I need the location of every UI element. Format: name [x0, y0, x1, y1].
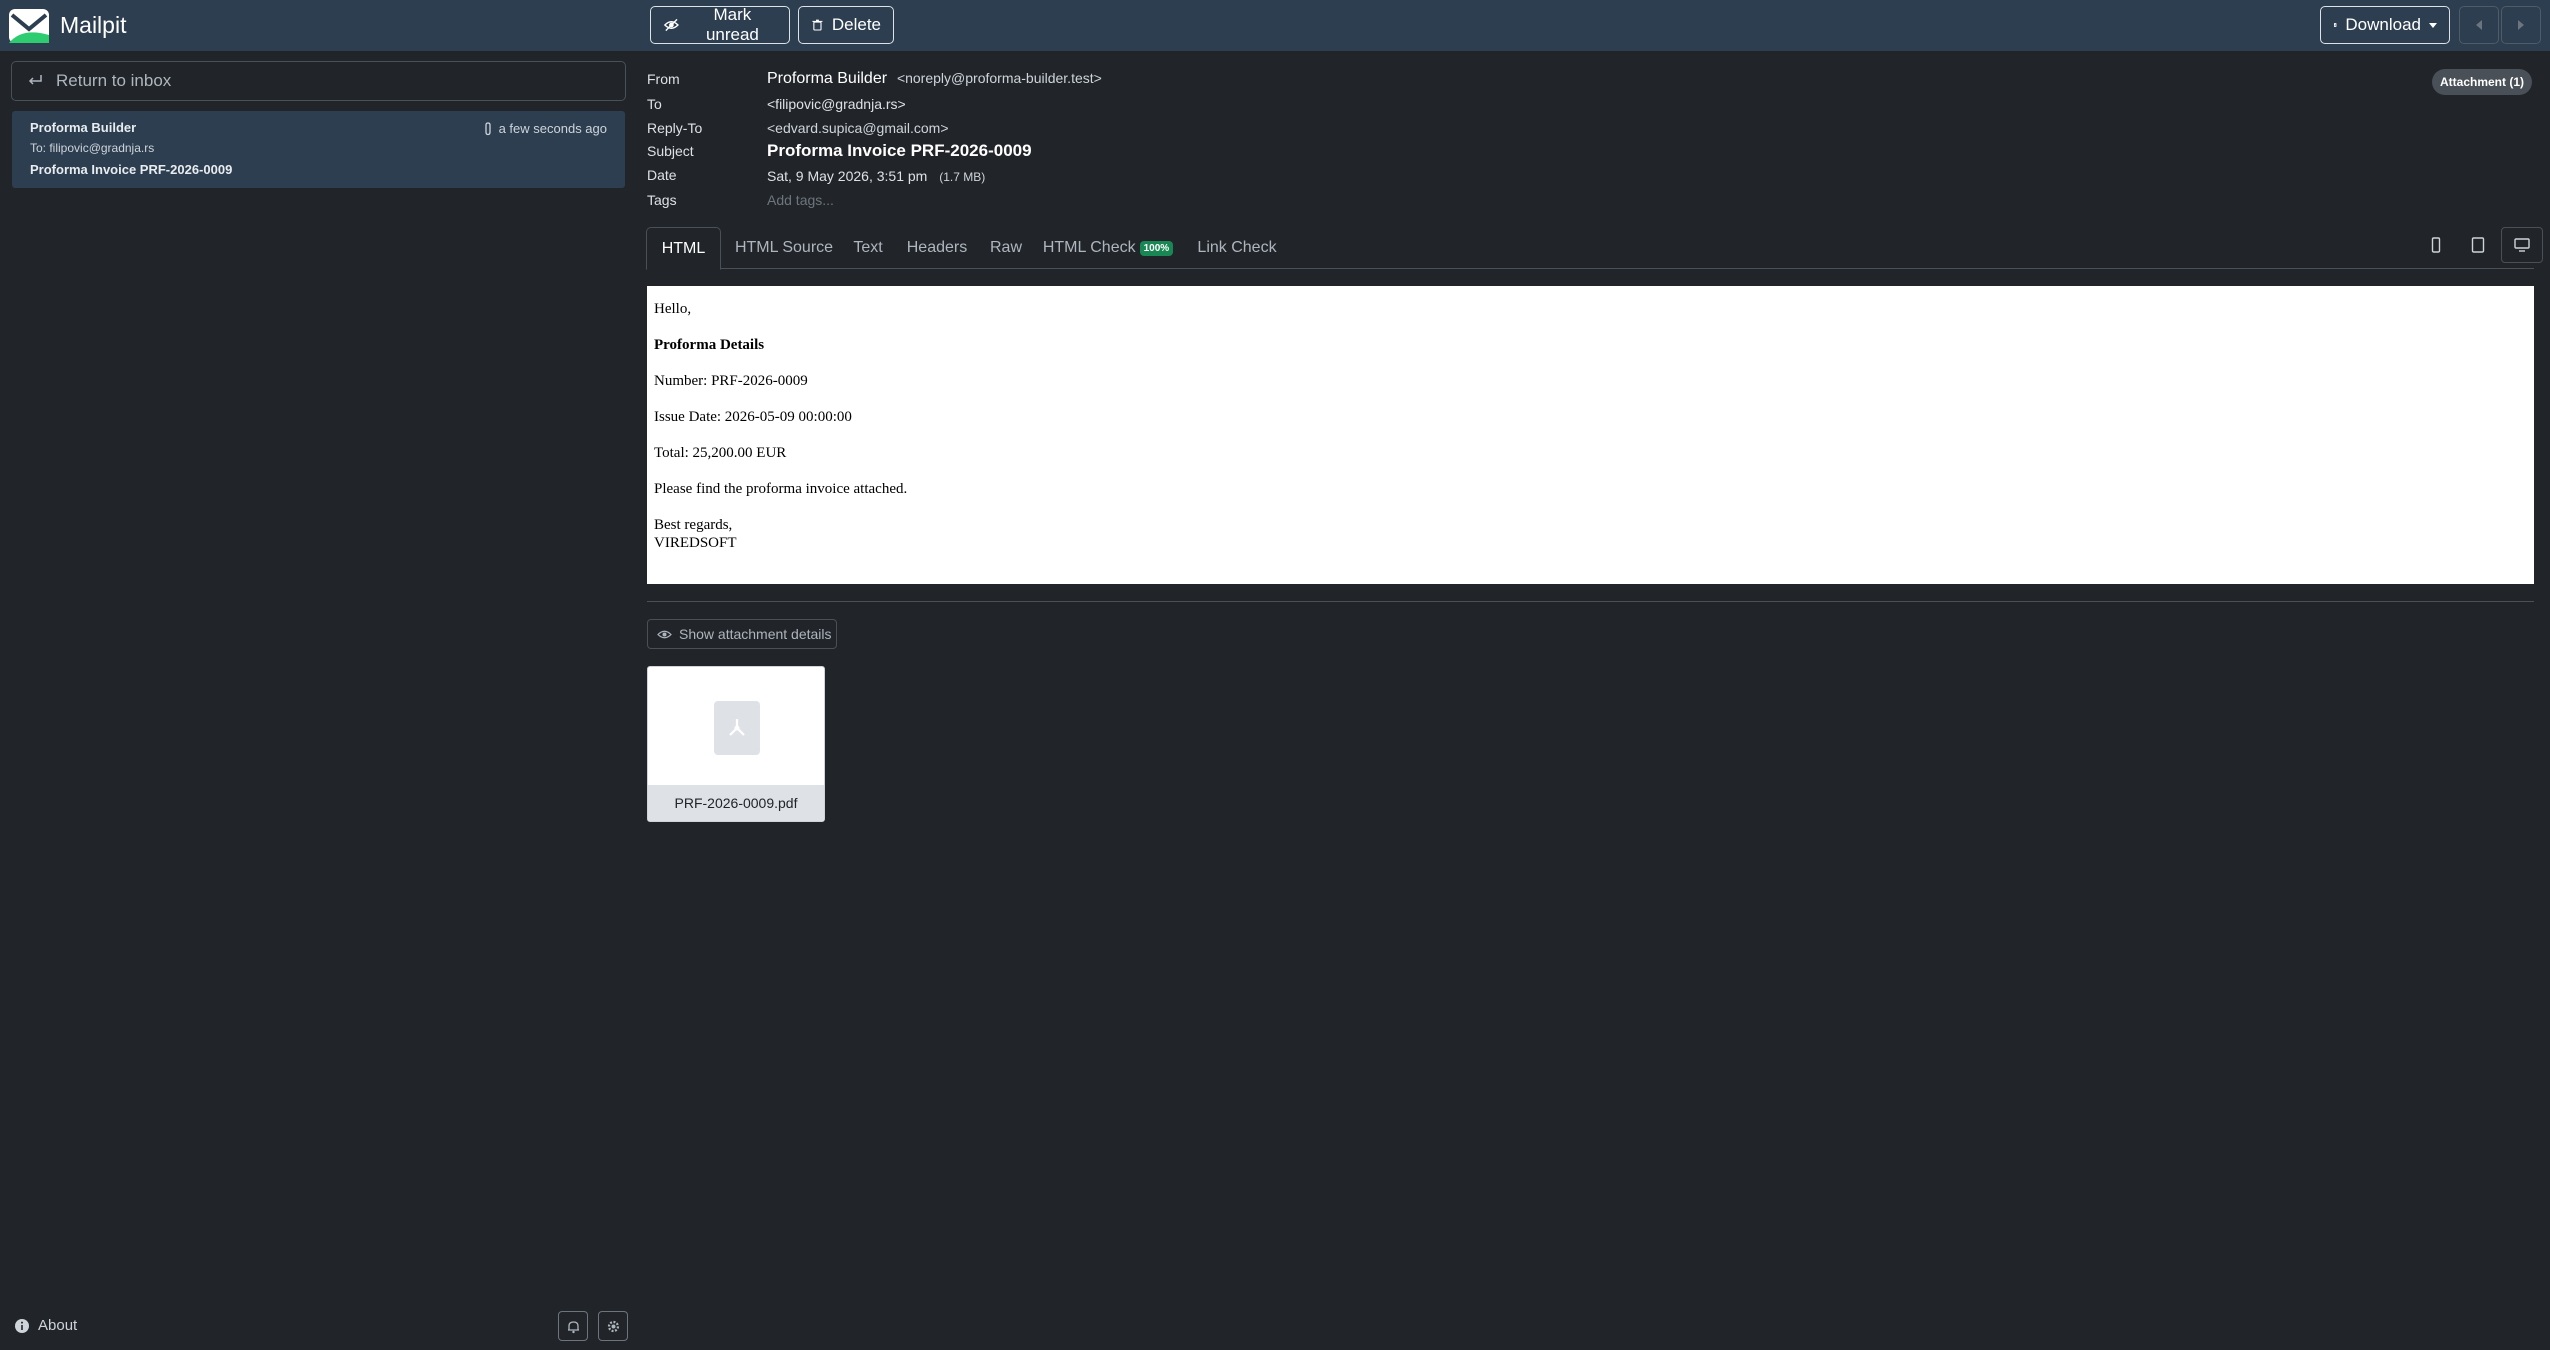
subject-value: Proforma Invoice PRF-2026-0009: [767, 141, 1032, 160]
return-to-inbox-label: Return to inbox: [56, 71, 172, 90]
desktop-view-button[interactable]: [2501, 227, 2543, 263]
next-message-button[interactable]: [2501, 6, 2541, 44]
email-heading: Proforma Details: [654, 337, 765, 353]
monitor-icon: [2514, 238, 2530, 252]
attachment-file-name: PRF-2026-0009.pdf: [648, 785, 824, 821]
subject-label: Subject: [647, 143, 694, 159]
return-arrow-icon: [28, 75, 42, 85]
return-to-inbox-button[interactable]: Return to inbox: [11, 61, 626, 101]
caret-right-icon: [2518, 20, 2524, 30]
mark-unread-label: Mark unread: [705, 5, 759, 44]
attachment-badge[interactable]: Attachment (1): [2432, 69, 2533, 95]
mailpit-logo-icon: [9, 8, 49, 43]
from-name: Proforma Builder: [767, 70, 888, 87]
info-icon: [15, 1318, 29, 1333]
divider: [647, 601, 2534, 602]
email-greeting: Hello,: [654, 301, 692, 317]
brand[interactable]: Mailpit: [8, 0, 126, 51]
html-check-score-badge: 100%: [1139, 240, 1174, 256]
tab-html[interactable]: HTML: [646, 227, 721, 270]
email-signature: VIREDSOFT: [654, 535, 737, 551]
notifications-button[interactable]: [558, 1311, 588, 1341]
date-text: Sat, 9 May 2026, 3:51 pm: [767, 168, 928, 184]
date-label: Date: [647, 167, 677, 183]
tab-headers[interactable]: Headers: [900, 227, 974, 269]
tags-input[interactable]: Add tags...: [767, 192, 834, 208]
settings-button[interactable]: [598, 1311, 628, 1341]
email-total: Total: 25,200.00 EUR: [654, 445, 787, 461]
trash-icon: [812, 19, 823, 31]
tab-html-check-label: HTML Check: [1042, 239, 1136, 256]
download-dropdown[interactable]: Download: [2320, 6, 2450, 44]
show-attachment-details-label: Show attachment details: [679, 626, 832, 642]
message-from: Proforma Builder: [30, 120, 137, 135]
date-value: Sat, 9 May 2026, 3:51 pm (1.7 MB): [767, 168, 985, 184]
caret-left-icon: [2476, 20, 2482, 30]
message-to: To: filipovic@gradnja.rs: [30, 141, 155, 155]
email-issue-date: Issue Date: 2026-05-09 00:00:00: [654, 409, 852, 425]
delete-button[interactable]: Delete: [798, 6, 894, 44]
about-link[interactable]: About: [14, 1317, 77, 1334]
message-size: (1.7 MB): [939, 170, 986, 184]
to-value[interactable]: <filipovic@gradnja.rs>: [767, 96, 906, 112]
message-subject: Proforma Invoice PRF-2026-0009: [30, 162, 233, 177]
tab-raw[interactable]: Raw: [986, 227, 1026, 269]
bell-icon: [567, 1320, 579, 1333]
mobile-view-button[interactable]: [2418, 227, 2454, 263]
html-preview: Hello, Proforma Details Number: PRF-2026…: [647, 286, 2534, 584]
eye-slash-icon: [663, 18, 679, 32]
tab-html-source[interactable]: HTML Source: [732, 227, 836, 269]
reply-to-label: Reply-To: [647, 120, 703, 136]
eye-icon: [657, 630, 672, 638]
delete-label: Delete: [831, 15, 881, 34]
download-label: Download: [2345, 15, 2421, 34]
message-time-label: a few seconds ago: [498, 121, 607, 136]
phone-icon: [2431, 237, 2441, 253]
previous-message-button[interactable]: [2459, 6, 2499, 44]
chevron-down-icon: [2429, 22, 2437, 28]
list-item[interactable]: Proforma Builder a few seconds ago To: f…: [12, 111, 625, 188]
top-navbar: Mailpit Mark unread Delete Download: [0, 0, 2550, 51]
about-label: About: [38, 1317, 78, 1334]
tab-html-check[interactable]: HTML Check 100%: [1038, 227, 1178, 269]
tags-label: Tags: [647, 192, 677, 208]
email-note: Please find the proforma invoice attache…: [654, 481, 908, 497]
from-value: Proforma Builder <noreply@proforma-build…: [767, 70, 1102, 88]
app-name: Mailpit: [60, 12, 127, 38]
tab-link-check[interactable]: Link Check: [1190, 227, 1284, 269]
tablet-icon: [2471, 237, 2485, 253]
mark-unread-button[interactable]: Mark unread: [650, 5, 790, 44]
pdf-file-icon: [714, 701, 760, 755]
tab-text[interactable]: Text: [848, 227, 888, 269]
tablet-view-button[interactable]: [2460, 227, 2496, 263]
attachment-card[interactable]: PRF-2026-0009.pdf: [647, 666, 825, 822]
file-download-icon: [2333, 23, 2337, 27]
gear-icon: [607, 1320, 619, 1332]
reply-to-value[interactable]: <edvard.supica@gmail.com>: [767, 120, 949, 136]
to-label: To: [647, 96, 662, 112]
paperclip-icon: [484, 121, 491, 135]
email-closing: Best regards,: [654, 517, 733, 533]
message-time: a few seconds ago: [482, 121, 607, 136]
from-email[interactable]: <noreply@proforma-builder.test>: [897, 70, 1102, 86]
from-label: From: [647, 71, 680, 87]
show-attachment-details-button[interactable]: Show attachment details: [647, 619, 837, 649]
email-number: Number: PRF-2026-0009: [654, 373, 808, 389]
view-tabs: HTML HTML Source Text Headers Raw HTML C…: [646, 227, 2534, 270]
